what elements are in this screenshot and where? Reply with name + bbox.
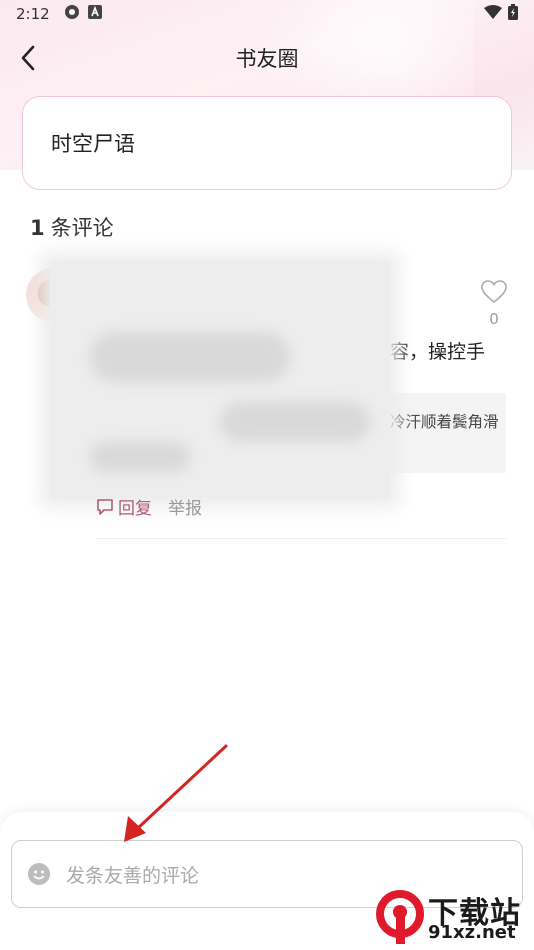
post-card[interactable]: 时空尸语 <box>22 96 512 190</box>
chevron-left-icon <box>21 45 35 71</box>
watermark-logo-icon <box>376 890 424 944</box>
comment-actions: 回复 举报 <box>96 494 202 519</box>
font-notification-icon <box>87 5 102 23</box>
like-button[interactable]: 0 <box>478 280 510 328</box>
wifi-icon <box>484 5 502 23</box>
page-header: 书友圈 <box>0 36 534 80</box>
heart-icon <box>481 280 507 304</box>
post-title: 时空尸语 <box>51 132 135 156</box>
comment-input-placeholder: 发条友善的评论 <box>66 864 200 887</box>
like-count: 0 <box>489 310 499 328</box>
status-bar: 2:12 <box>0 0 534 28</box>
comment-text: 容，操控手 <box>390 341 486 363</box>
back-button[interactable] <box>12 42 44 74</box>
reply-icon <box>97 498 113 515</box>
comment-divider <box>96 538 506 539</box>
watermark-url: 91xz.net <box>428 922 516 943</box>
blurred-comment-region <box>50 262 390 498</box>
site-watermark: 下载站 91xz.net <box>376 888 528 946</box>
reply-label: 回复 <box>118 499 152 519</box>
comment-count-heading: 1 条评论 <box>30 212 114 242</box>
page-title: 书友圈 <box>235 47 299 71</box>
battery-icon <box>508 4 518 24</box>
status-time: 2:12 <box>16 5 50 23</box>
comment-count-number: 1 <box>30 216 45 240</box>
status-right <box>484 4 518 24</box>
comment-count-label: 条评论 <box>50 216 114 240</box>
quoted-text: 冷汗顺着鬓角滑 <box>390 413 499 431</box>
emoji-icon[interactable] <box>28 863 50 885</box>
report-button[interactable]: 举报 <box>168 494 202 519</box>
app-notification-icon <box>64 4 80 24</box>
reply-button[interactable]: 回复 <box>96 494 152 519</box>
